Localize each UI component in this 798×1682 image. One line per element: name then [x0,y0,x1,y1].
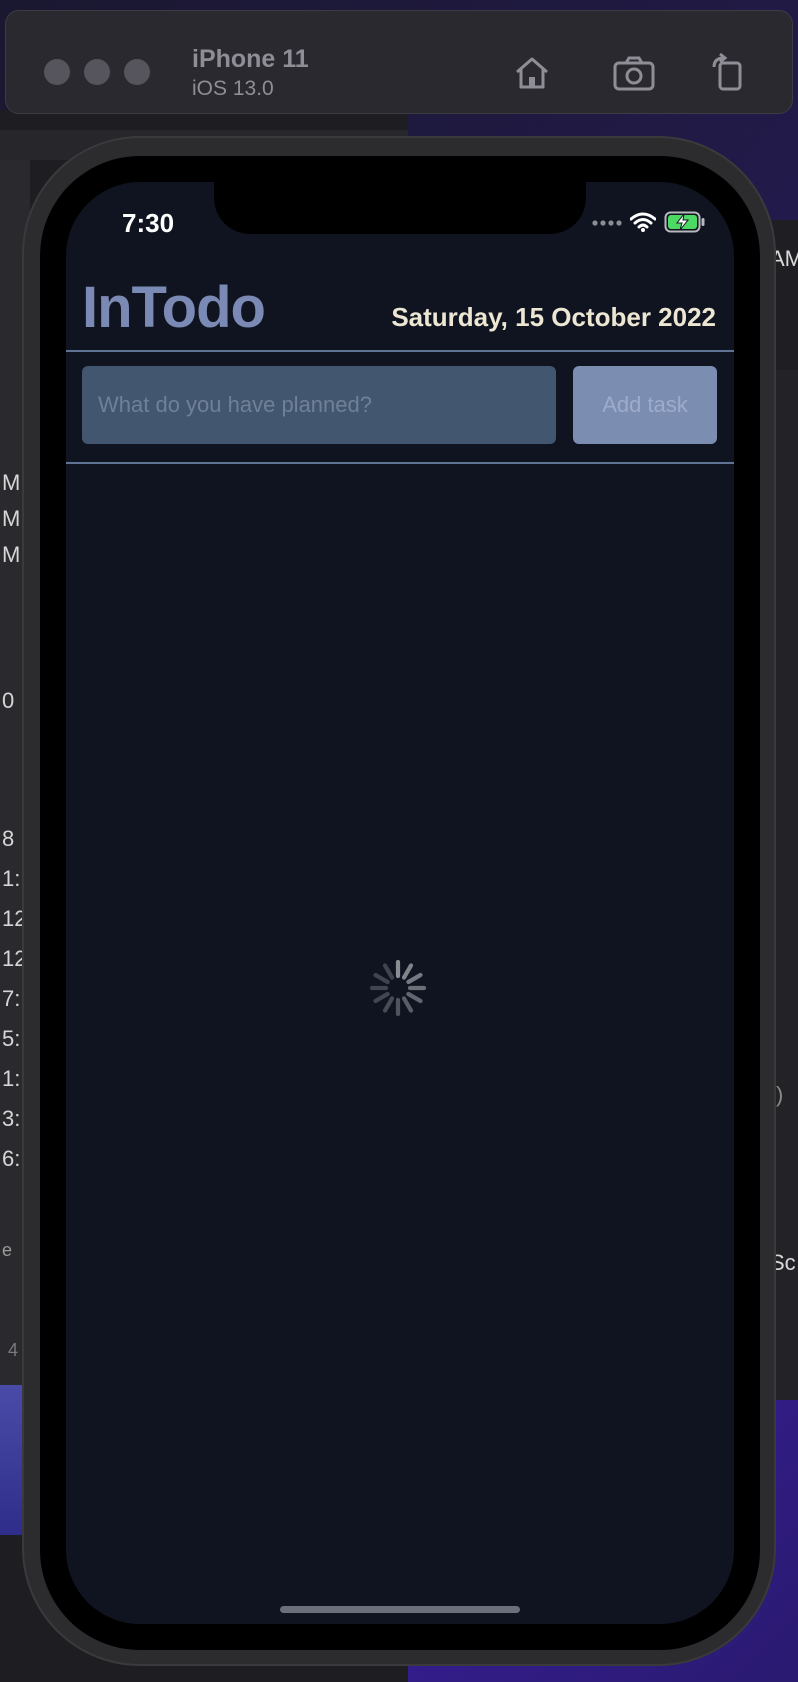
background-glyph: 4 [8,1340,19,1360]
app-title: InTodo [82,275,266,340]
rotate-button[interactable] [706,51,750,95]
background-glyph: ) [776,1082,784,1107]
cellular-signal-icon [592,220,622,226]
input-divider [66,462,734,464]
home-icon [516,57,548,89]
background-glyph: 5: [2,1026,21,1051]
zoom-window-button[interactable] [124,59,150,85]
loading-spinner [368,958,428,1018]
simulator-os-version: iOS 13.0 [192,77,274,100]
background-glyph: 8 [2,826,15,851]
add-task-button[interactable]: Add task [573,366,717,444]
notch [214,182,586,234]
simulator-device-name: iPhone 11 [192,45,309,73]
task-input[interactable] [82,366,556,444]
close-window-button[interactable] [44,59,70,85]
current-date: Saturday, 15 October 2022 [391,302,716,332]
minimize-window-button[interactable] [84,59,110,85]
background-glyph: 1: [2,1066,21,1091]
background-glyph: e [2,1240,13,1260]
background-glyph: 0 [2,688,15,713]
rotate-icon [712,53,742,91]
screenshot-icon [613,56,655,91]
wifi-icon [630,212,656,232]
battery-charging-icon [664,211,705,233]
background-glyph: M [2,542,21,567]
device-screen: 7:30 InTodo Saturday, 15 October 2022 Ad… [66,182,734,1624]
home-indicator[interactable] [280,1606,520,1613]
background-glyph: 1: [2,866,21,891]
simulator-title-bar: iPhone 11 iOS 13.0 [5,10,793,114]
header-divider [66,350,734,352]
background-glyph: M [2,506,21,531]
activity-indicator-icon [369,959,427,1017]
background-glyph: 7: [2,986,21,1011]
background-glyph: M [2,470,21,495]
status-icons [592,210,706,234]
background-glyph: 3: [2,1106,21,1131]
screenshot-button[interactable] [612,51,656,95]
status-time: 7:30 [122,208,175,238]
home-button[interactable] [510,51,554,95]
background-glyph: 6: [2,1146,21,1171]
